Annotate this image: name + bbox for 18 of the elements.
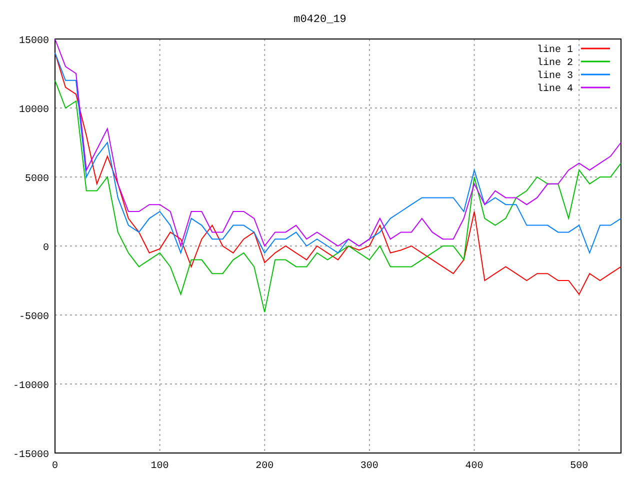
axis-tick-label: 100 bbox=[150, 461, 169, 472]
chart-title: m0420_19 bbox=[294, 14, 346, 26]
axis-tick-label: 0 bbox=[52, 461, 58, 472]
axis-tick-label: 500 bbox=[570, 461, 588, 472]
axis-tick-label: 5000 bbox=[24, 174, 49, 185]
axis-tick-label: 15000 bbox=[18, 36, 49, 47]
legend-label: line 1 bbox=[536, 45, 573, 56]
axis-tick-label: -15000 bbox=[12, 450, 49, 461]
legend-label: line 4 bbox=[536, 84, 573, 95]
legend-label: line 2 bbox=[536, 58, 573, 69]
axis-tick-label: 200 bbox=[256, 461, 274, 472]
axis-tick-label: -10000 bbox=[12, 381, 49, 392]
legend-label: line 3 bbox=[536, 71, 573, 82]
axis-tick-label: 0 bbox=[42, 243, 49, 254]
axis-tick-label: -5000 bbox=[18, 312, 49, 323]
axis-tick-label: 400 bbox=[465, 461, 484, 472]
axis-tick-label: 10000 bbox=[18, 105, 49, 116]
axis-tick-label: 300 bbox=[360, 461, 378, 472]
